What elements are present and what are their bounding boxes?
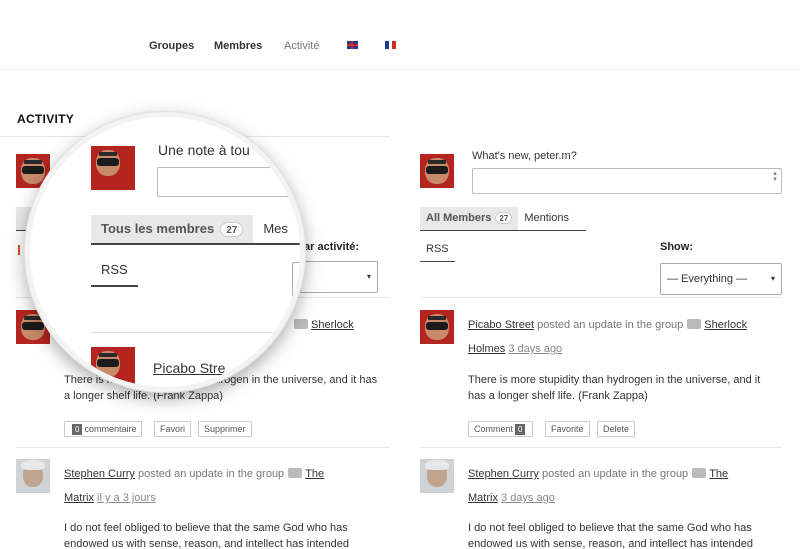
delete-button[interactable]: Supprimer — [198, 421, 252, 437]
filter-divider-zoomed — [91, 332, 300, 333]
activity-time[interactable]: il y a 3 jours — [97, 492, 156, 504]
activity-content: I do not feel obliged to believe that th… — [468, 522, 753, 549]
group-link[interactable]: The — [709, 468, 728, 480]
tab-mentions[interactable]: Mentions — [518, 207, 575, 230]
comment-count: 0 — [72, 424, 83, 435]
activity-time[interactable]: 3 days ago — [508, 343, 562, 355]
top-nav: Groupes Membres Activité — [0, 0, 800, 70]
tab-all-members-label: All Members — [426, 212, 492, 224]
note-prompt: Une note à tou — [158, 142, 250, 158]
activity-meta: Stephen Curry posted an update in the gr… — [468, 462, 758, 510]
tab-mentions-zoomed[interactable]: Mes — [253, 215, 298, 243]
favorite-button[interactable]: Favori — [154, 421, 192, 437]
member-count-badge: 27 — [495, 212, 513, 224]
show-label: Show: — [660, 241, 693, 253]
group-link[interactable]: Sherlock — [704, 319, 747, 331]
activity-action: posted an update in the group — [138, 468, 285, 480]
activity-meta: Picabo Street posted an update in the gr… — [468, 313, 768, 361]
member-count-badge: 27 — [220, 222, 244, 237]
activity-content: There is more stupidity than hydrogen in… — [468, 374, 761, 402]
left-rss-stub[interactable] — [18, 245, 20, 255]
delete-button[interactable]: Delete — [597, 421, 636, 437]
author-link-zoomed[interactable]: Picabo Stre — [153, 360, 225, 376]
group-icon — [687, 319, 702, 329]
whats-new-label: What's new, peter.m? — [472, 150, 577, 162]
author-link[interactable]: Stephen Curry — [468, 468, 539, 480]
activity-time[interactable]: 3 days ago — [501, 492, 555, 504]
group-icon — [692, 468, 707, 478]
whats-new-textarea[interactable]: ▴ ▾ — [472, 168, 782, 194]
favorite-button[interactable]: Favorite — [545, 421, 590, 437]
activity-action: posted an update in the group — [537, 319, 684, 331]
rss-link[interactable]: RSS — [420, 243, 455, 262]
magnifier-lens: Une note à tou Tous les membres 27 Mes RS… — [25, 112, 305, 392]
activity-tabs: All Members 27 Mentions — [420, 207, 586, 231]
group-link-cont[interactable]: Holmes — [468, 343, 505, 355]
filter-divider — [420, 297, 782, 298]
current-user-avatar-zoomed[interactable] — [91, 146, 135, 190]
comment-button[interactable]: Comment 0 — [468, 421, 534, 437]
activity-filter-select[interactable]: — Everything — ▾ — [660, 263, 782, 295]
comment-label: Comment — [474, 424, 514, 434]
activity-avatar[interactable] — [420, 310, 454, 344]
activity-divider — [16, 447, 390, 448]
group-link[interactable]: Sherlock — [311, 319, 354, 331]
author-link[interactable]: Picabo Street — [468, 319, 534, 331]
activity-filter-select-fr[interactable]: ▾ — [300, 261, 378, 293]
nav-membres[interactable]: Membres — [214, 40, 262, 52]
activity-action: posted an update in the group — [542, 468, 689, 480]
tab-all-members[interactable]: All Members 27 — [420, 207, 519, 230]
rss-link-zoomed[interactable]: RSS — [91, 262, 138, 287]
activity-content: I do not feel obliged to believe that th… — [64, 522, 349, 549]
tab-all-members-zoomed[interactable]: Tous les membres 27 — [91, 215, 254, 243]
nav-activite[interactable]: Activité — [284, 40, 319, 52]
chevron-down-icon: ▾ — [366, 272, 371, 281]
comment-count: 0 — [515, 424, 526, 435]
resize-grip-icon: ▴ ▾ — [773, 170, 777, 183]
select-value: — Everything — — [667, 273, 748, 285]
nav-groupes[interactable]: Groupes — [149, 40, 194, 52]
uk-flag-icon[interactable] — [347, 41, 358, 49]
activity-avatar-zoomed[interactable] — [91, 347, 135, 387]
activity-avatar[interactable] — [420, 459, 454, 493]
magnified-content: Une note à tou Tous les membres 27 Mes RS… — [30, 117, 300, 387]
group-link[interactable]: The — [305, 468, 324, 480]
activity-avatar[interactable] — [16, 459, 50, 493]
group-link-cont[interactable]: Matrix — [468, 492, 498, 504]
activity-divider — [420, 447, 782, 448]
show-label-fr: ar activité: — [304, 241, 360, 253]
comment-button[interactable]: 0 commentaire — [64, 421, 143, 437]
activity-meta: Stephen Curry posted an update in the gr… — [64, 462, 354, 510]
note-textarea[interactable] — [157, 167, 300, 197]
chevron-down-icon: ▾ — [770, 274, 775, 283]
tab-all-members-label: Tous les membres — [101, 221, 215, 236]
activity-tabs-zoomed: Tous les membres 27 Mes — [91, 215, 300, 245]
france-flag-icon[interactable] — [385, 41, 397, 49]
group-link-cont[interactable]: Matrix — [64, 492, 94, 504]
group-icon — [288, 468, 303, 478]
author-link[interactable]: Stephen Curry — [64, 468, 135, 480]
current-user-avatar[interactable] — [420, 154, 454, 188]
comment-label: commentaire — [84, 424, 137, 434]
